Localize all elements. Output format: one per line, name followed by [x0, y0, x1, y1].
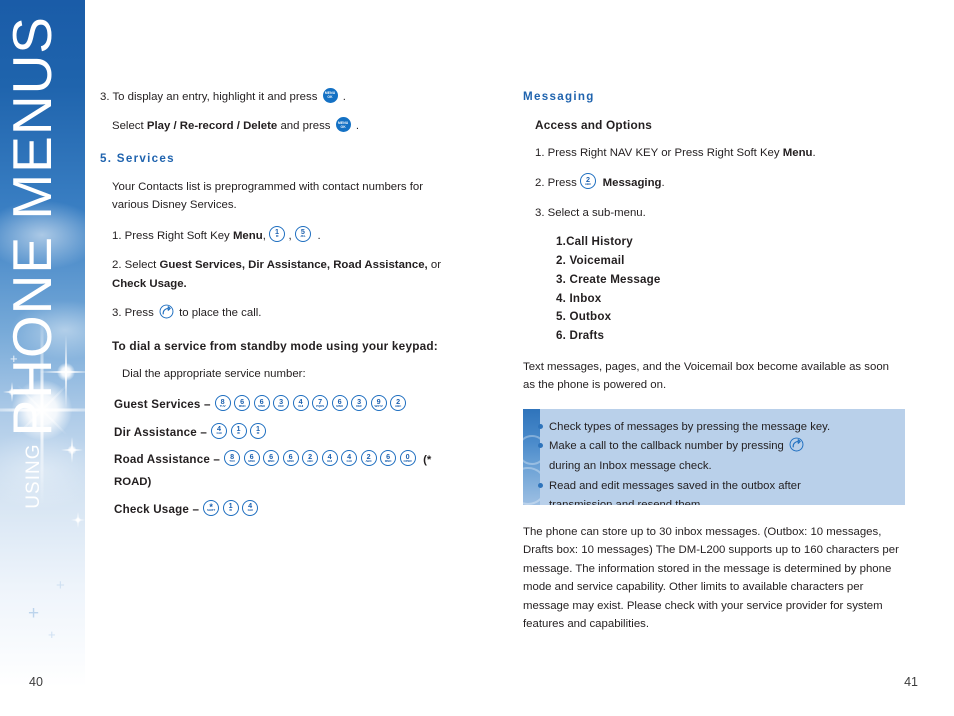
menu-label: Menu — [232, 229, 263, 242]
play-rerecord-delete-label: Play / Re-record / Delete — [146, 120, 278, 133]
keypad-key-2-icon: 2 ABC — [302, 450, 319, 467]
right-page-column: Messaging Access and Options 1. Press Ri… — [523, 88, 905, 634]
menu-label: Menu — [782, 146, 813, 159]
step-place-call: 3. Press to place the call. — [100, 304, 450, 322]
keypad-key-4-icon: 4 GHI — [242, 499, 259, 516]
menu-ok-key-icon: MENU OK — [322, 88, 338, 103]
messaging-label: Messaging — [602, 177, 662, 190]
step-press-soft-key: 1. Press Right Soft Key Menu, 1 ✉, 5 JKL . — [112, 225, 321, 242]
submenu-item-6: 6. Drafts — [556, 329, 605, 343]
note-callout-box: Check types of messages by pressing the … — [523, 408, 905, 505]
keypad-key-6-icon: 6 MNO — [234, 395, 251, 412]
step-select-submenu: 3. Select a sub-menu. — [535, 206, 646, 219]
menu-ok-key-bottom-label: OK — [327, 95, 333, 100]
dial-entry-row: Check Usage – * SHIFT 1 ✉ 4 GHI — [100, 499, 450, 522]
sidebar-chapter-banner: + + + + USING PHONE MENUS — [0, 0, 85, 716]
keypad-key-8-icon: 8 TUV — [224, 450, 241, 467]
keypad-key-6-icon: 6 MNO — [263, 450, 280, 467]
dial-entry-label: Check Usage – — [114, 502, 200, 516]
step-press-messaging: 2. Press 2 ABC Messaging. — [535, 173, 665, 190]
service-options-label: Guest Services, Dir Assistance, Road Ass… — [159, 259, 428, 272]
keypad-key-3-icon: 3 DEF — [351, 395, 368, 412]
keypad-key-star-icon: * SHIFT — [203, 499, 220, 516]
keypad-key-6-icon: 6 MNO — [282, 450, 299, 467]
dial-entry-row: Guest Services –8 TUV 6 MNO 6 MNO 3 DEF 4 GHI 7 PQR… — [100, 394, 450, 417]
bullet-dot-icon — [538, 443, 543, 449]
note-bullet-item: Check types of messages by pressing the … — [538, 418, 895, 438]
chapter-title-using: USING — [23, 443, 44, 509]
dial-intro-text: Dial the appropriate service number: — [122, 367, 306, 380]
keypad-key-4-icon: 4 GHI — [321, 450, 338, 467]
submenu-item-1: 1.Call History — [556, 235, 633, 249]
keypad-key-4-icon: 4 GHI — [211, 422, 227, 439]
chapter-title: USING PHONE MENUS — [0, 0, 85, 716]
dial-entry-label: Dir Assistance – — [114, 425, 207, 439]
note-bullet-item: Make a call to the callback number by pr… — [538, 437, 895, 476]
bullet-dot-icon — [538, 482, 543, 488]
keypad-key-1-icon: 1 ✉ — [222, 499, 239, 516]
note-bullet-item: Read and edit messages saved in the outb… — [538, 477, 895, 505]
keypad-key-3-icon: 3 DEF — [273, 395, 290, 412]
keypad-key-6-icon: 6 MNO — [253, 395, 270, 412]
bullet-dot-icon — [538, 423, 543, 429]
menu-ok-key-icon: MENU OK — [335, 117, 351, 133]
dial-entry-label: Guest Services – — [114, 398, 211, 412]
keypad-key-2-icon: 2 ABC — [390, 395, 407, 412]
note-bullet-text: Check types of messages by pressing the … — [549, 420, 831, 433]
keypad-key-8-icon: 8 TUV — [214, 395, 231, 412]
services-intro-text: Your Contacts list is preprogrammed with… — [112, 180, 424, 212]
dial-service-heading: To dial a service from standby mode usin… — [112, 338, 438, 353]
dial-entry-row: Dir Assistance –4 GHI 1 ✉ 1 ✉ — [100, 422, 450, 445]
section-heading-services: 5. Services — [100, 151, 175, 165]
keypad-key-5-icon: 5 JKL — [294, 225, 311, 242]
keypad-key-2-icon: 2 ABC — [360, 450, 377, 467]
keypad-key-4-icon: 4 GHI — [341, 450, 358, 467]
note-bullet-text: Make a call to the callback number by pr… — [549, 440, 787, 453]
note-bullet-text-continued: transmission and resend them. — [549, 499, 703, 505]
left-page-column: 3. To display an entry, highlight it and… — [100, 88, 450, 526]
submenu-item-5: 5. Outbox — [556, 310, 612, 324]
storage-capacity-text: The phone can store up to 30 inbox messa… — [523, 525, 899, 631]
keypad-key-9-icon: 9 WXYZ — [370, 395, 387, 412]
step-display-entry: 3. To display an entry, highlight it and… — [100, 88, 450, 106]
step-select-play: Select Play / Re-record / Delete and pre… — [100, 117, 450, 135]
check-usage-label: Check Usage. — [112, 277, 187, 290]
section-heading-messaging: Messaging — [523, 90, 595, 103]
keypad-key-6-icon: 6 MNO — [331, 395, 348, 412]
keypad-key-1-icon: 1 ✉ — [250, 422, 266, 439]
submenu-item-3: 3. Create Message — [556, 272, 661, 286]
send-key-icon — [159, 304, 174, 319]
step-press-nav-key: 1. Press Right NAV KEY or Press Right So… — [535, 146, 816, 159]
submenu-list: 1.Call History 2. Voicemail 3. Create Mess… — [523, 233, 905, 346]
keypad-key-1-icon: 1 ✉ — [269, 225, 286, 242]
menu-ok-key-bottom-label: OK — [340, 124, 346, 129]
note-bullet-list: Check types of messages by pressing the … — [523, 409, 905, 505]
availability-text: Text messages, pages, and the Voicemail … — [523, 360, 889, 392]
page-number-left: 40 — [29, 675, 43, 689]
keypad-key-0-icon: 0 OPER — [399, 450, 416, 467]
keypad-key-6-icon: 6 MNO — [243, 450, 260, 467]
keypad-key-2-icon: 2 ABC — [579, 173, 596, 190]
dial-entry-row: Road Assistance –8 TUV 6 MNO 6 MNO 6 MNO 2 ABC 4 GH… — [100, 449, 450, 493]
step-select-service: 2. Select Guest Services, Dir Assistance… — [112, 259, 442, 290]
chapter-title-main: PHONE MENUS — [1, 16, 63, 437]
keypad-key-6-icon: 6 MNO — [380, 450, 397, 467]
keypad-key-7-icon: 7 PQRS — [312, 395, 329, 412]
dial-number-list: Guest Services –8 TUV 6 MNO 6 MNO 3 DEF 4 GHI 7 PQR… — [100, 394, 450, 521]
keypad-key-4-icon: 4 GHI — [292, 395, 309, 412]
keypad-key-1-icon: 1 ✉ — [230, 422, 247, 439]
note-bullet-text-continued: during an Inbox message check. — [549, 459, 712, 472]
note-bullet-text: Read and edit messages saved in the outb… — [549, 479, 801, 492]
dial-entry-label: Road Assistance – — [114, 453, 221, 467]
page-number-right: 41 — [904, 675, 918, 689]
send-key-icon — [789, 437, 804, 452]
submenu-item-4: 4. Inbox — [556, 291, 602, 305]
subsection-heading-access-options: Access and Options — [535, 117, 653, 132]
submenu-item-2: 2. Voicemail — [556, 254, 625, 268]
